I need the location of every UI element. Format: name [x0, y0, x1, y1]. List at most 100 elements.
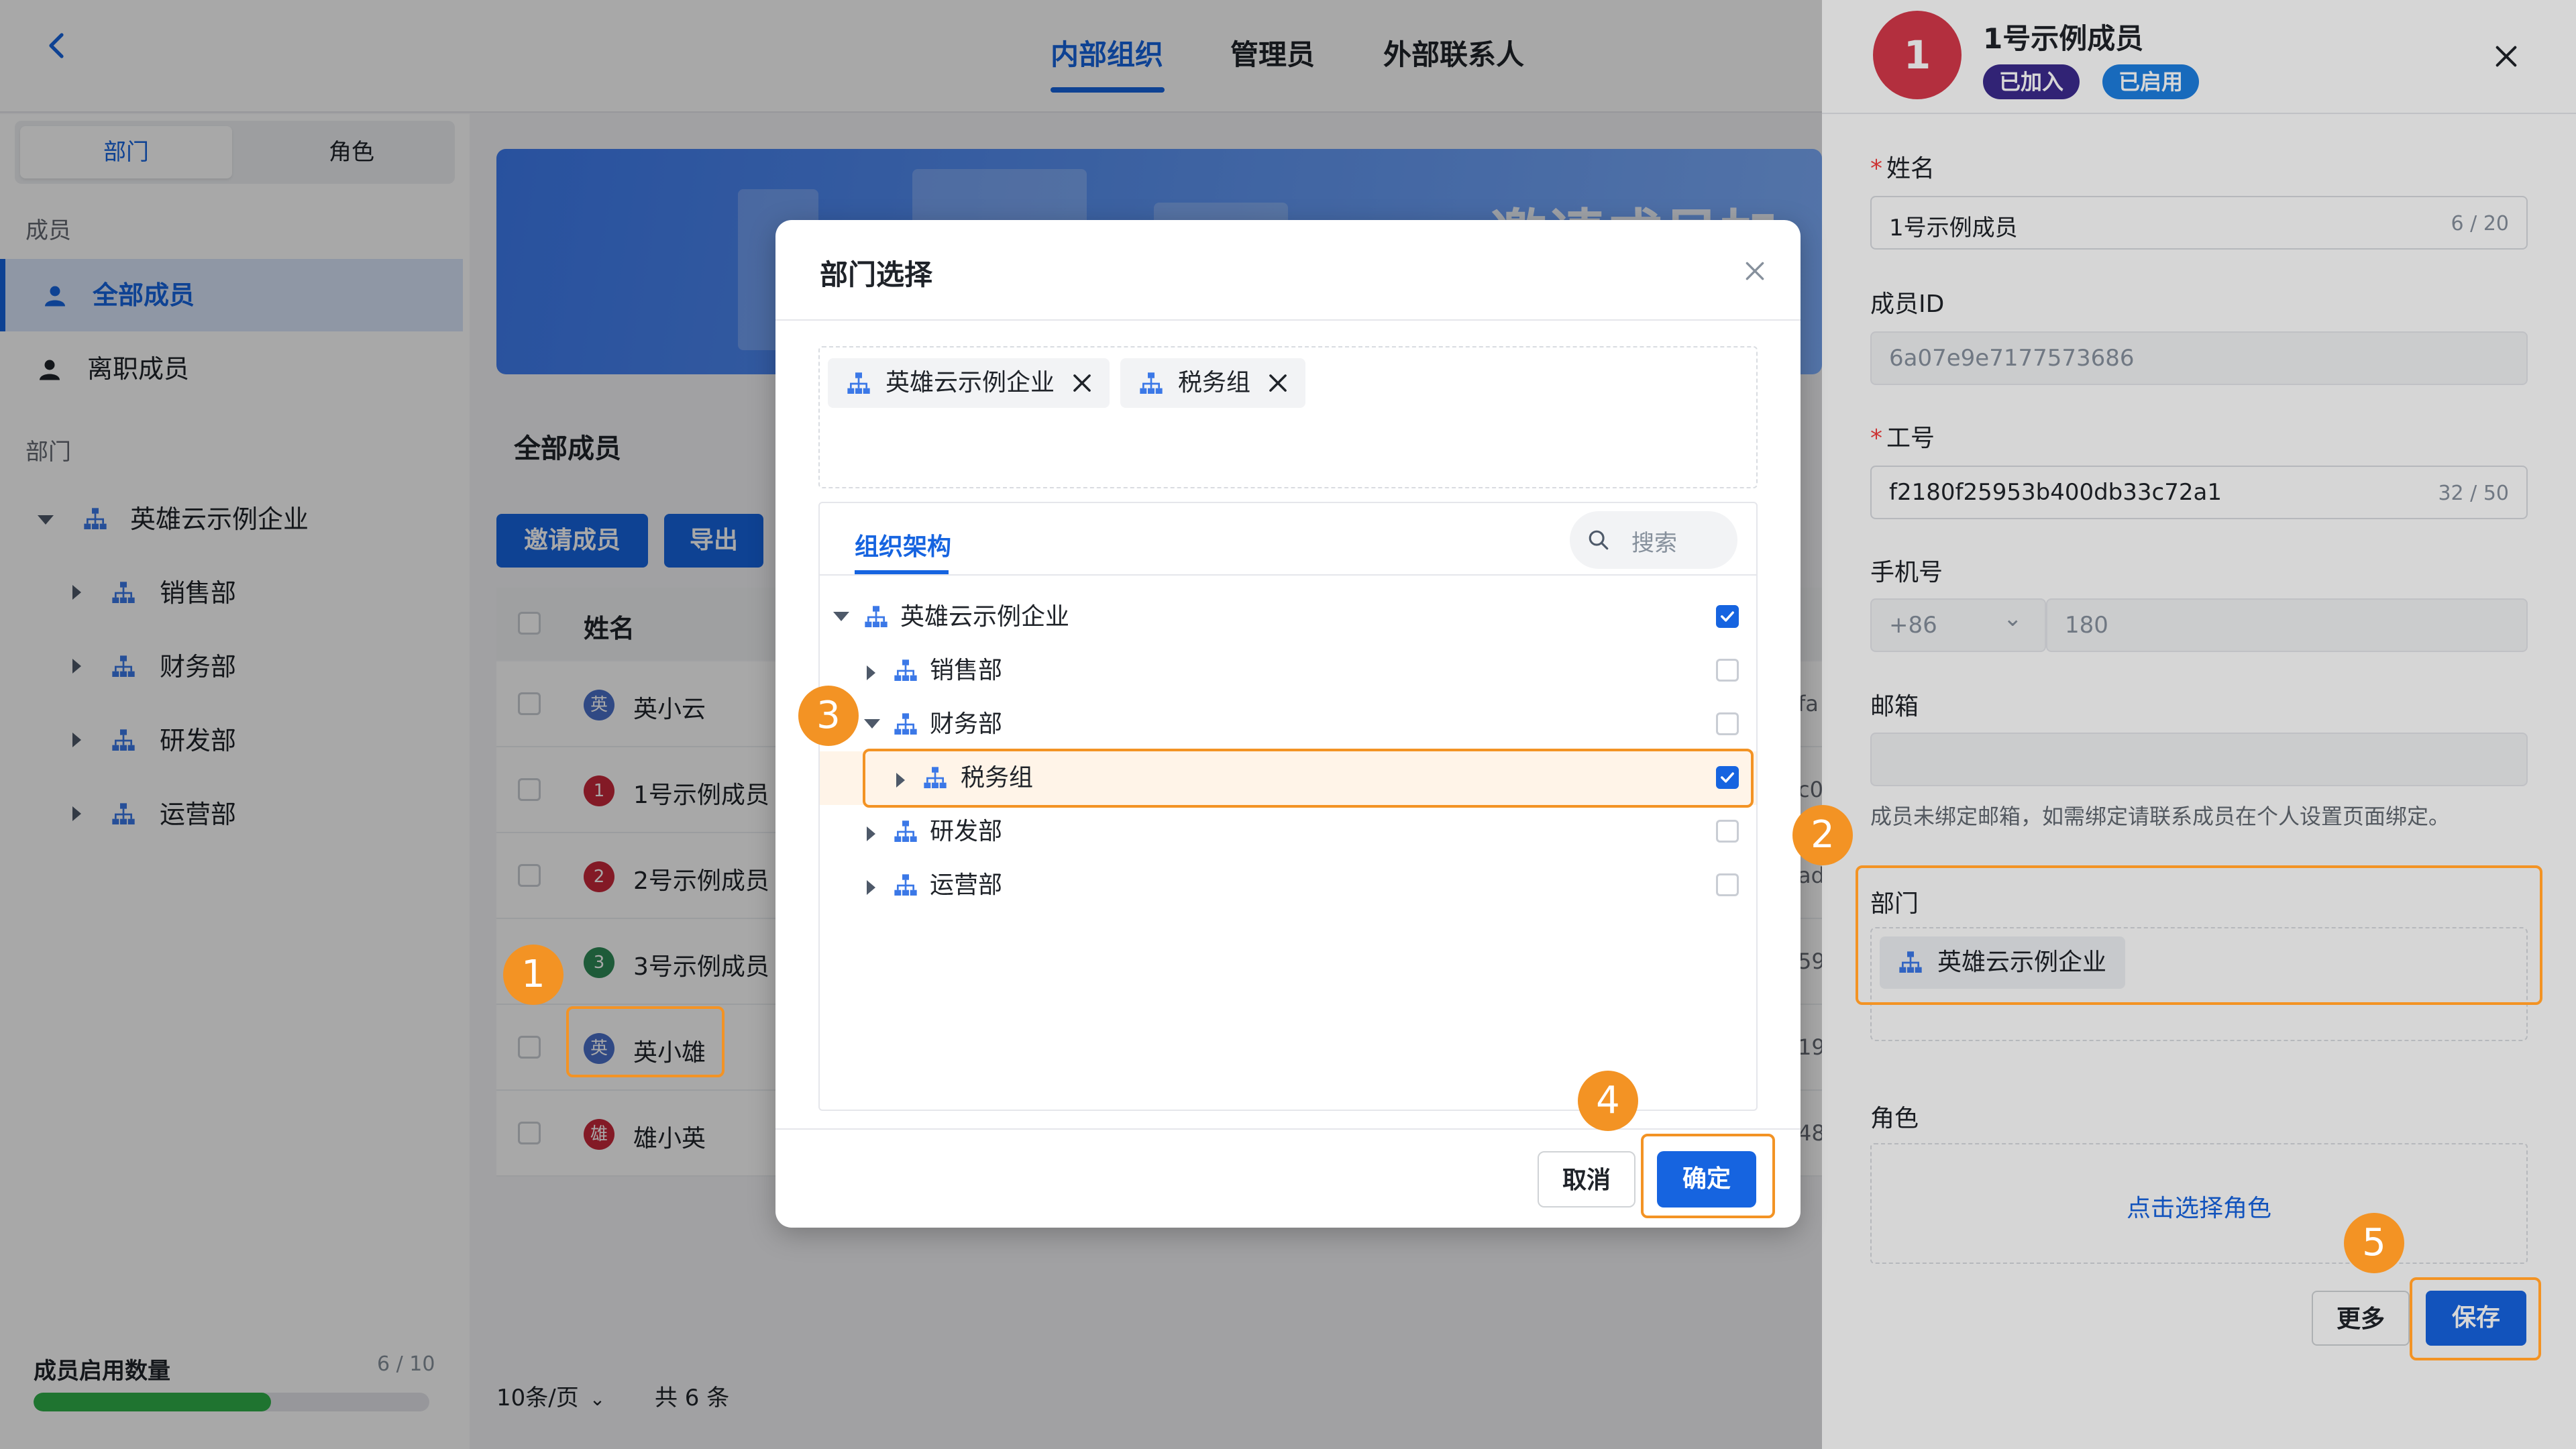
role-field[interactable]: 点击选择角色	[1870, 1143, 2528, 1264]
row-checkbox[interactable]	[518, 778, 541, 801]
dept-tree-item-label: 财务部	[160, 652, 237, 682]
avatar: 2	[584, 861, 614, 892]
avatar: 1	[584, 775, 614, 806]
user-icon	[40, 360, 60, 380]
sidebar-item-label: 离职成员	[87, 354, 190, 384]
back-arrow-icon[interactable]	[42, 30, 74, 62]
row-checkbox[interactable]	[518, 864, 541, 887]
tree-node-checkbox[interactable]	[1716, 873, 1739, 896]
tab-internal-org[interactable]: 内部组织	[1051, 32, 1163, 73]
tree-node-sales[interactable]: 销售部	[820, 644, 1756, 698]
caret-down-icon[interactable]	[833, 612, 849, 621]
tree-node-ops[interactable]: 运营部	[820, 859, 1756, 912]
page-size-select[interactable]: 10条/页 ⌄	[496, 1379, 605, 1412]
step-badge-1: 1	[503, 945, 564, 1005]
org-chart-icon	[112, 729, 135, 751]
column-header-name: 姓名	[584, 614, 635, 643]
step-badge-3: 3	[798, 686, 859, 746]
dept-tree-item-label: 研发部	[160, 726, 237, 755]
segment-dept[interactable]: 部门	[20, 126, 232, 178]
cancel-button[interactable]: 取消	[1538, 1151, 1635, 1208]
name-field[interactable]: 1号示例成员 6 / 20	[1870, 196, 2528, 250]
step-badge-5: 5	[2344, 1213, 2404, 1273]
close-icon[interactable]	[1741, 258, 1768, 284]
name-field-value: 1号示例成员	[1889, 215, 2018, 241]
member-extra: 19	[1798, 1034, 1825, 1060]
tree-node-checkbox[interactable]	[1716, 605, 1739, 628]
tree-node-checkbox[interactable]	[1716, 712, 1739, 735]
email-label: 邮箱	[1870, 693, 1919, 720]
dept-tree-item-rnd[interactable]: 研发部	[72, 720, 448, 761]
org-chart-icon	[847, 372, 870, 394]
sidebar-item-left-members[interactable]: 离职成员	[0, 333, 463, 405]
row-checkbox[interactable]	[518, 1122, 541, 1144]
tree-node-checkbox[interactable]	[1716, 820, 1739, 843]
divider	[775, 1128, 1801, 1130]
dept-tree-item-finance[interactable]: 财务部	[72, 647, 448, 687]
remove-chip-icon[interactable]	[1069, 370, 1095, 396]
org-chart-icon	[112, 655, 135, 677]
selected-chip: 英雄云示例企业	[828, 358, 1110, 408]
member-quota-value: 6 / 10	[377, 1352, 435, 1376]
member-quota-bar	[34, 1393, 429, 1411]
search-icon	[1589, 530, 1609, 550]
dept-tree-root-label: 英雄云示例企业	[130, 504, 309, 534]
caret-right-icon[interactable]	[867, 665, 875, 680]
divider	[1822, 113, 2576, 114]
org-chart-icon	[894, 820, 917, 842]
sidebar-item-all-members[interactable]: 全部成员	[0, 259, 463, 331]
avatar: 英	[584, 690, 614, 720]
dept-tree-root[interactable]: 英雄云示例企业	[38, 499, 440, 539]
caret-right-icon[interactable]	[72, 806, 81, 821]
tab-org-structure[interactable]: 组织架构	[855, 527, 951, 562]
avatar: 1	[1873, 11, 1962, 99]
highlight-member-row	[566, 1006, 724, 1077]
caret-down-icon[interactable]	[38, 515, 54, 525]
caret-right-icon[interactable]	[867, 826, 875, 841]
country-code-value: +86	[1889, 612, 1937, 639]
dept-tree-item-label: 运营部	[160, 800, 237, 829]
caret-right-icon[interactable]	[72, 585, 81, 600]
caret-right-icon[interactable]	[72, 733, 81, 747]
tree-node-checkbox[interactable]	[1716, 659, 1739, 682]
org-chart-icon	[894, 874, 917, 896]
dept-tree-item-label: 销售部	[160, 578, 237, 608]
dept-tree-item-ops[interactable]: 运营部	[72, 794, 448, 835]
tree-node-rnd[interactable]: 研发部	[820, 805, 1756, 859]
job-number-count: 32 / 50	[2438, 482, 2509, 505]
selected-chip: 税务组	[1120, 358, 1305, 408]
close-icon[interactable]	[2493, 43, 2520, 70]
status-badge-enabled: 已启用	[2102, 64, 2200, 99]
row-checkbox[interactable]	[518, 1036, 541, 1059]
select-all-checkbox[interactable]	[518, 612, 541, 635]
member-extra: 59	[1798, 949, 1825, 974]
tree-node-label: 英雄云示例企业	[900, 603, 1070, 631]
export-button[interactable]: 导出	[664, 514, 763, 568]
more-button[interactable]: 更多	[2312, 1291, 2410, 1346]
dept-tree-item-sales[interactable]: 销售部	[72, 573, 448, 613]
member-name: 2号示例成员	[633, 867, 769, 895]
caret-right-icon[interactable]	[72, 659, 81, 674]
tab-admins[interactable]: 管理员	[1230, 32, 1315, 73]
caret-right-icon[interactable]	[867, 880, 875, 895]
row-checkbox[interactable]	[518, 692, 541, 715]
select-role-link[interactable]: 点击选择角色	[1872, 1189, 2526, 1224]
segment-role[interactable]: 角色	[246, 126, 458, 178]
search-input[interactable]: 搜索	[1570, 511, 1737, 569]
member-name: 1号示例成员	[633, 782, 769, 809]
selected-departments-box: 英雄云示例企业 税务组	[818, 346, 1758, 488]
tree-node-root[interactable]: 英雄云示例企业	[820, 590, 1756, 644]
highlight-tax-group-node	[863, 749, 1754, 808]
org-chart-icon	[84, 508, 107, 529]
tree-node-finance[interactable]: 财务部	[820, 698, 1756, 751]
member-extra: 48	[1798, 1120, 1825, 1146]
email-hint: 成员未绑定邮箱，如需绑定请联系成员在个人设置页面绑定。	[1870, 804, 2451, 829]
job-number-label: * 工号	[1870, 425, 1935, 452]
department-select-dialog: 部门选择 英雄云示例企业 税务组 组织架构 搜索 英雄云示例企业 销售部 财务部…	[775, 220, 1801, 1228]
job-number-field[interactable]: f2180f25953b400db33c72a1 32 / 50	[1870, 466, 2528, 519]
invite-member-button[interactable]: 邀请成员	[496, 514, 648, 568]
caret-down-icon[interactable]	[864, 719, 880, 729]
org-chart-icon	[112, 582, 135, 603]
tab-external-contacts[interactable]: 外部联系人	[1383, 32, 1524, 73]
remove-chip-icon[interactable]	[1265, 370, 1291, 396]
